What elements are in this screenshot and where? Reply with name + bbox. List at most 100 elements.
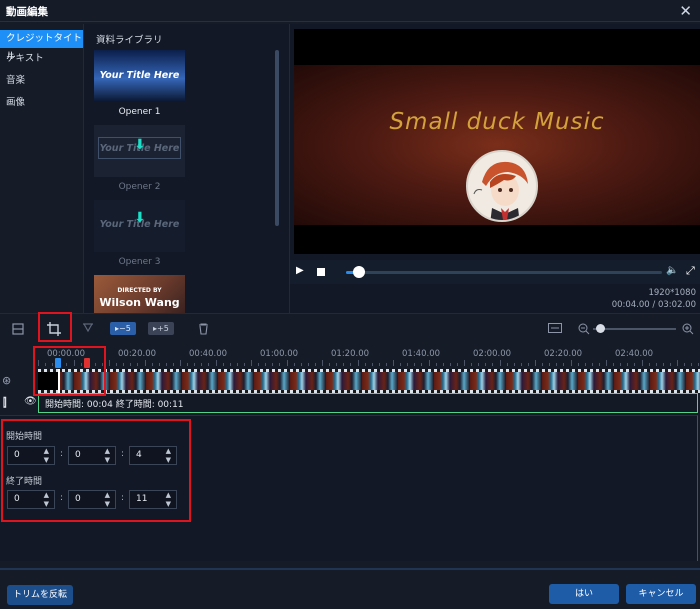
- ruler-tick: [364, 363, 366, 366]
- ruler-tick: [570, 360, 572, 366]
- ruler-tick: [123, 363, 125, 366]
- template-thumb-wilson[interactable]: DIRECTED BY Wilson Wang: [94, 275, 185, 313]
- ruler-tick: [38, 360, 39, 366]
- tick-label: 01:40.00: [402, 349, 441, 359]
- time-separator: :: [60, 449, 64, 459]
- sidebar-item-music[interactable]: 音楽: [0, 72, 83, 90]
- ruler-tick: [478, 363, 480, 366]
- stop-icon[interactable]: [317, 268, 325, 276]
- ruler-tick: [499, 360, 501, 366]
- ruler-tick: [215, 360, 217, 366]
- ruler-tick: [471, 363, 473, 366]
- playback-controls: ▶ 🔈 ⤢: [290, 260, 700, 284]
- time-separator: :: [60, 493, 64, 503]
- start-seconds-stepper[interactable]: 4 ▲ ▼: [129, 446, 177, 465]
- ruler-tick: [563, 363, 565, 366]
- ruler-tick: [329, 363, 331, 366]
- film-split-icon[interactable]: [12, 323, 24, 338]
- cancel-button[interactable]: キャンセル: [626, 584, 696, 604]
- ruler-tick: [535, 360, 536, 366]
- ruler-tick: [513, 363, 515, 366]
- stepper-arrows-icon[interactable]: ▲ ▼: [105, 447, 110, 464]
- progress-knob[interactable]: [352, 266, 365, 278]
- tick-label: 00:00.00: [47, 349, 86, 359]
- ruler-tick: [293, 363, 295, 366]
- playhead[interactable]: [58, 369, 60, 393]
- end-seconds-stepper[interactable]: 11 ▲ ▼: [129, 490, 177, 509]
- stepper-arrows-icon[interactable]: ▲ ▼: [166, 491, 171, 508]
- ruler-tick: [591, 363, 593, 366]
- ruler-tick: [314, 363, 316, 366]
- stepper-arrows-icon[interactable]: ▲ ▼: [166, 447, 171, 464]
- zoom-in-icon[interactable]: [682, 323, 694, 338]
- trim-range-bar[interactable]: 開始時間: 00:04 終了時間: 00:11: [38, 393, 698, 413]
- video-title-text: Small duck Music: [389, 109, 605, 135]
- video-track-strip[interactable]: [38, 369, 700, 393]
- ruler-tick: [378, 363, 380, 366]
- fit-width-icon[interactable]: [548, 323, 562, 336]
- window-title: 動画編集: [6, 6, 48, 18]
- template-caption: Opener 1: [118, 107, 161, 117]
- playback-progress-bar[interactable]: [346, 266, 662, 278]
- template-caption: Opener 3: [118, 257, 161, 267]
- ruler-tick: [165, 363, 167, 366]
- ruler-tick: [272, 363, 274, 366]
- clip-start-segment: [38, 372, 58, 390]
- start-marker[interactable]: [55, 358, 61, 368]
- ruler-tick: [236, 363, 238, 366]
- download-arrow-icon: ⬇: [134, 137, 146, 153]
- ok-button[interactable]: はい: [549, 584, 619, 604]
- ruler-tick: [542, 363, 544, 366]
- reverse-trim-button[interactable]: トリムを反転: [7, 585, 73, 605]
- zoom-out-icon[interactable]: [578, 323, 590, 338]
- sidebar-item-image[interactable]: 画像: [0, 94, 83, 112]
- trash-icon[interactable]: [198, 323, 209, 338]
- tick-label: 00:20.00: [118, 349, 157, 359]
- ruler-tick: [627, 363, 629, 366]
- forward-5-button[interactable]: ▸+5: [148, 322, 174, 335]
- crop-icon[interactable]: [47, 322, 61, 339]
- end-minutes-stepper[interactable]: 0 ▲ ▼: [68, 490, 116, 509]
- start-hours-stepper[interactable]: 0 ▲ ▼: [7, 446, 55, 465]
- stepper-arrows-icon[interactable]: ▲ ▼: [105, 491, 110, 508]
- ruler-tick: [279, 363, 281, 366]
- end-hours-stepper[interactable]: 0 ▲ ▼: [7, 490, 55, 509]
- library-scrollbar[interactable]: [275, 50, 279, 226]
- play-icon[interactable]: ▶: [296, 265, 304, 276]
- film-perforation: [38, 369, 700, 372]
- trim-handle-icon: ⫿: [3, 396, 7, 409]
- eye-icon[interactable]: 👁: [24, 396, 37, 407]
- zoom-slider[interactable]: [593, 328, 676, 330]
- ruler-tick: [385, 363, 387, 366]
- ruler-tick: [201, 363, 203, 366]
- stepper-arrows-icon[interactable]: ▲ ▼: [44, 491, 49, 508]
- ruler-tick: [80, 363, 82, 366]
- ruler-tick: [485, 363, 487, 366]
- fullscreen-icon[interactable]: ⤢: [686, 264, 695, 278]
- end-marker[interactable]: [84, 358, 90, 368]
- rewind-5-button[interactable]: ▸−5: [110, 322, 136, 335]
- start-minutes-stepper[interactable]: 0 ▲ ▼: [68, 446, 116, 465]
- close-icon[interactable]: ✕: [679, 2, 692, 20]
- time-ruler[interactable]: 00:00.00 00:20.00 00:40.00 01:00.00 01:2…: [38, 345, 700, 367]
- ruler-tick: [492, 363, 494, 366]
- library-title: 資料ライブラリ: [96, 35, 163, 46]
- ruler-tick: [109, 360, 110, 366]
- template-thumb-opener-2[interactable]: Your Title Here ⬇: [94, 125, 185, 177]
- cut-icon[interactable]: [82, 323, 94, 338]
- ruler-tick: [343, 363, 345, 366]
- ruler-tick: [613, 363, 615, 366]
- zoom-slider-knob[interactable]: [596, 324, 605, 333]
- timeline: 00:00.00 00:20.00 00:40.00 01:00.00 01:2…: [0, 345, 700, 417]
- sidebar-item-text[interactable]: テキスト: [0, 50, 83, 68]
- avatar-image: [466, 150, 538, 222]
- template-thumb-opener-3[interactable]: Your Title Here ⬇: [94, 200, 185, 252]
- stepper-arrows-icon[interactable]: ▲ ▼: [44, 447, 49, 464]
- ruler-tick: [172, 363, 174, 366]
- template-thumb-opener-1[interactable]: Your Title Here: [94, 50, 185, 102]
- ruler-tick: [137, 363, 139, 366]
- stepper-value: 0: [75, 450, 81, 460]
- trim-range-text: 開始時間: 00:04 終了時間: 00:11: [45, 400, 184, 410]
- volume-icon[interactable]: 🔈: [666, 265, 678, 276]
- sidebar-item-credit-title[interactable]: クレジットタイトル: [0, 30, 83, 62]
